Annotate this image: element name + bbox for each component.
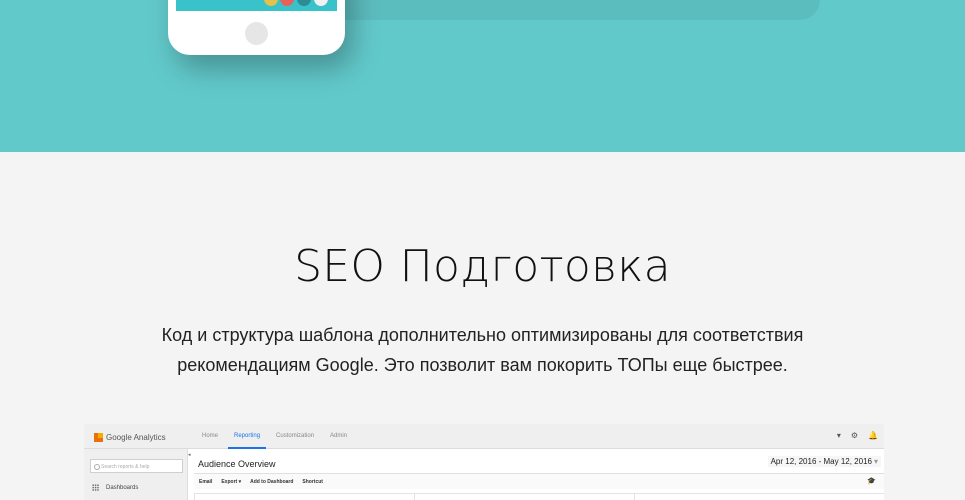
report-card: [634, 493, 884, 500]
date-range-text: Apr 12, 2016 - May 12, 2016: [770, 457, 872, 466]
grid-icon: [92, 484, 99, 491]
page-title: Audience Overview: [198, 459, 276, 469]
analytics-brand: Google Analytics: [106, 432, 166, 442]
analytics-main: Audience Overview Apr 12, 2016 - May 12,…: [194, 449, 884, 500]
add-to-dashboard-button[interactable]: Add to Dashboard: [250, 479, 293, 485]
analytics-nav: Home Reporting Customization Admin: [196, 424, 357, 449]
sidebar-item-dashboards[interactable]: Dashboards: [92, 484, 138, 491]
collapse-sidebar-icon[interactable]: ◂: [188, 452, 191, 458]
analytics-logo[interactable]: Google Analytics: [94, 431, 166, 443]
analytics-top-bar: Google Analytics Home Reporting Customiz…: [84, 424, 884, 449]
analytics-logo-icon: [94, 432, 103, 442]
report-card: [194, 493, 414, 500]
analytics-screenshot: Google Analytics Home Reporting Customiz…: [84, 424, 884, 500]
analytics-top-icons: ▾ ⚙ 🔔: [837, 431, 878, 440]
date-range-picker[interactable]: Apr 12, 2016 - May 12, 2016 ▾: [767, 456, 881, 467]
nav-reporting[interactable]: Reporting: [228, 424, 267, 449]
phone-home-button: [245, 22, 268, 45]
nav-customization[interactable]: Customization: [270, 424, 320, 449]
section-description: Код и структура шаблона дополнительно оп…: [140, 320, 825, 380]
email-button[interactable]: Email: [199, 479, 212, 485]
phone-mockup: [168, 0, 345, 55]
search-input[interactable]: Search reports & help: [90, 459, 183, 473]
shortcut-button[interactable]: Shortcut: [302, 479, 323, 485]
section-title: SEO Подготовка: [294, 241, 671, 292]
analytics-sidebar: Search reports & help Dashboards: [84, 449, 188, 500]
phone-screen: [176, 0, 337, 11]
gear-icon[interactable]: ⚙: [851, 431, 858, 440]
bell-icon[interactable]: 🔔: [868, 431, 878, 440]
export-button[interactable]: Export ▾: [221, 479, 241, 485]
description-line-1: Код и структура шаблона дополнительно оп…: [161, 325, 804, 345]
sidebar-item-label: Dashboards: [106, 484, 139, 491]
graduation-cap-icon[interactable]: 🎓: [867, 477, 876, 485]
report-cards: [194, 493, 884, 500]
chevron-down-icon: ▾: [873, 457, 878, 466]
nav-home[interactable]: Home: [196, 424, 224, 449]
nav-admin[interactable]: Admin: [324, 424, 353, 449]
report-action-bar: Email Export ▾ Add to Dashboard Shortcut…: [194, 473, 884, 489]
report-card: [414, 493, 634, 500]
hero-banner: [0, 0, 965, 152]
dropdown-caret-icon[interactable]: ▾: [837, 431, 841, 440]
description-line-2: рекомендациям Google. Это позволит вам п…: [177, 355, 788, 375]
